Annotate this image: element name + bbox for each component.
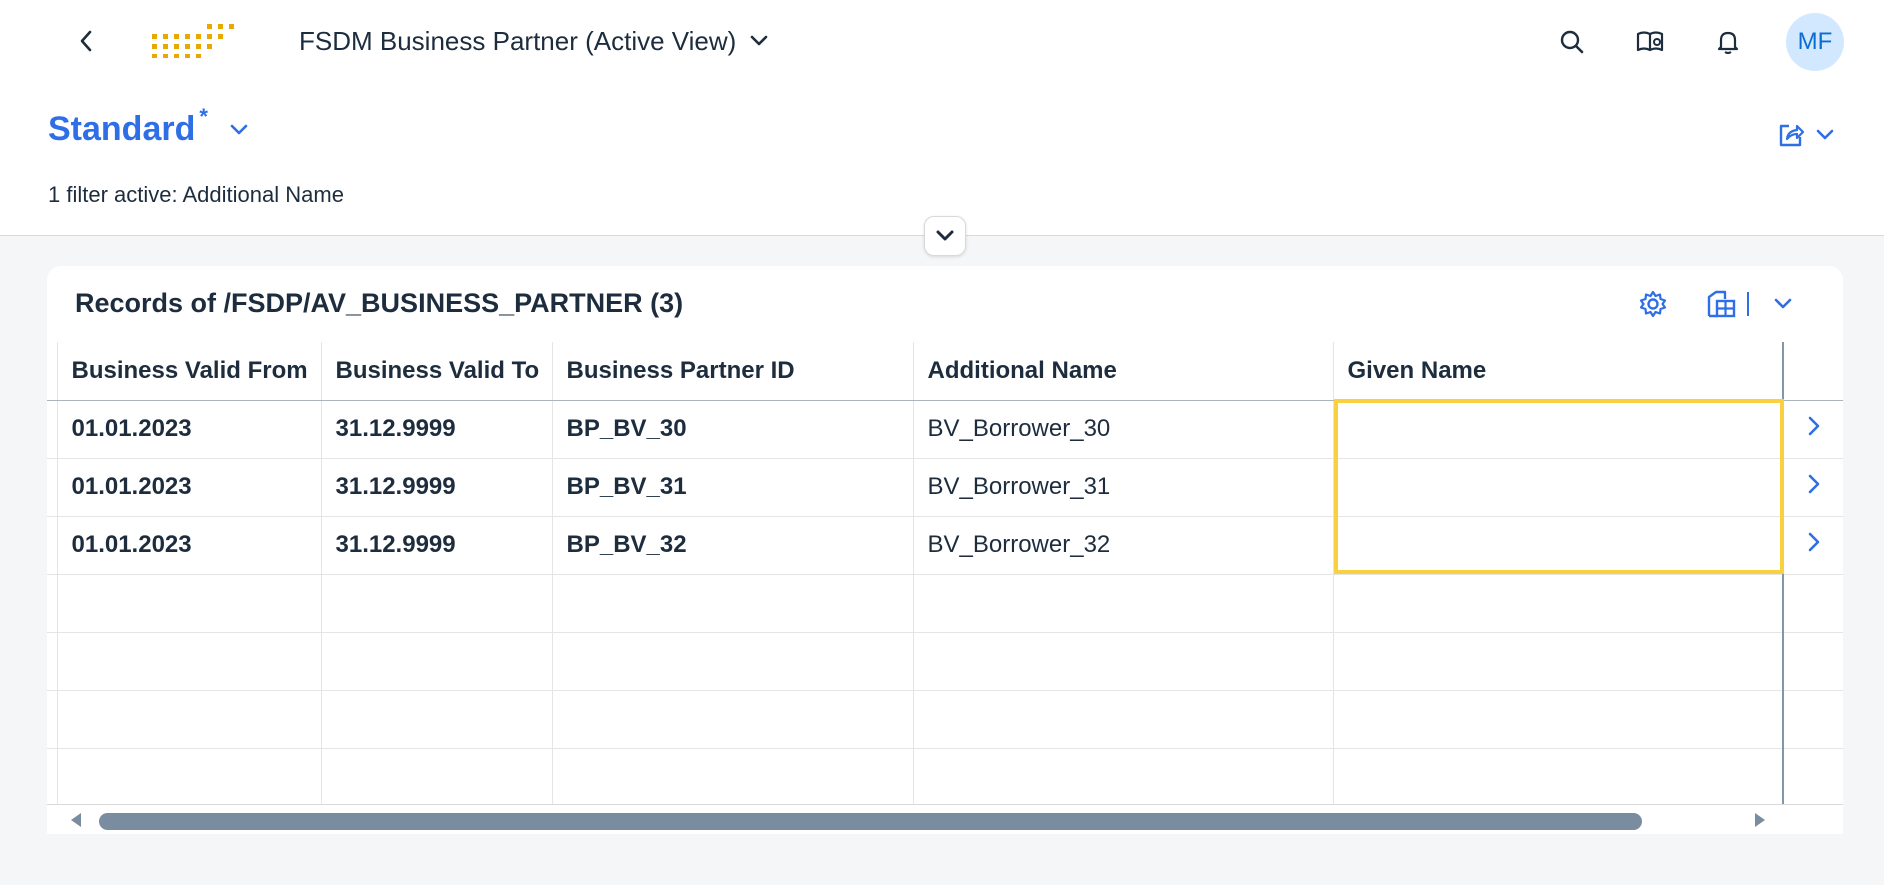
export-spreadsheet-icon bbox=[1707, 290, 1736, 318]
cell-given-name bbox=[1333, 516, 1784, 575]
nav-column-header bbox=[1783, 342, 1843, 401]
row-navigation-button[interactable] bbox=[1783, 458, 1843, 517]
table-row[interactable]: 01.01.2023 31.12.9999 BP_BV_31 BV_Borrow… bbox=[47, 458, 1843, 517]
cell-bp-id: BP_BV_32 bbox=[552, 516, 914, 575]
table-toolbar bbox=[1633, 284, 1803, 324]
variant-name: Standard bbox=[48, 110, 196, 148]
row-navigation-button[interactable] bbox=[1783, 400, 1843, 459]
avatar-initials: MF bbox=[1797, 28, 1833, 55]
table-row[interactable]: 01.01.2023 31.12.9999 BP_BV_30 BV_Borrow… bbox=[47, 400, 1843, 459]
export-button[interactable] bbox=[1701, 284, 1741, 324]
records-grid: Business Valid From Business Valid To Bu… bbox=[47, 342, 1843, 807]
empty-row bbox=[47, 690, 1843, 749]
app-title: FSDM Business Partner (Active View) bbox=[299, 25, 737, 56]
chevron-down-icon bbox=[1816, 129, 1834, 140]
row-selector[interactable] bbox=[47, 458, 58, 517]
variant-modified-marker: * bbox=[199, 104, 208, 129]
gear-icon bbox=[1639, 290, 1667, 318]
cell-valid-to: 31.12.9999 bbox=[321, 516, 553, 575]
chevron-down-icon bbox=[1774, 298, 1792, 309]
help-button[interactable] bbox=[1630, 22, 1670, 62]
variant-selector[interactable]: Standard * bbox=[48, 104, 248, 149]
column-header[interactable]: Additional Name bbox=[913, 342, 1334, 401]
chevron-down-icon bbox=[230, 124, 248, 135]
row-selector[interactable] bbox=[47, 400, 58, 459]
empty-row bbox=[47, 748, 1843, 807]
cell-additional-name: BV_Borrower_30 bbox=[913, 400, 1334, 459]
horizontal-scrollbar[interactable] bbox=[47, 804, 1843, 834]
toolbar-separator bbox=[1747, 292, 1749, 316]
scroll-right-arrow-icon[interactable] bbox=[1753, 811, 1767, 829]
cell-additional-name: BV_Borrower_31 bbox=[913, 458, 1334, 517]
cell-bp-id: BP_BV_31 bbox=[552, 458, 914, 517]
row-selector-header bbox=[47, 342, 58, 401]
share-icon bbox=[1779, 124, 1805, 147]
row-selector[interactable] bbox=[47, 516, 58, 575]
chevron-right-icon bbox=[1808, 416, 1819, 435]
share-button[interactable] bbox=[1776, 120, 1834, 150]
empty-row bbox=[47, 632, 1843, 691]
cell-given-name bbox=[1333, 458, 1784, 517]
company-logo bbox=[152, 24, 234, 58]
page-header: Standard * 1 filter active: Additional N… bbox=[0, 82, 1884, 236]
chevron-right-icon bbox=[1808, 474, 1819, 493]
chevron-left-icon bbox=[80, 30, 92, 52]
scrollbar-thumb[interactable] bbox=[99, 813, 1642, 830]
column-header[interactable]: Business Valid From bbox=[57, 342, 322, 401]
column-header[interactable]: Business Partner ID bbox=[552, 342, 914, 401]
cell-valid-from: 01.01.2023 bbox=[57, 516, 322, 575]
records-table-card: Records of /FSDP/AV_BUSINESS_PARTNER (3)… bbox=[47, 266, 1843, 834]
row-navigation-button[interactable] bbox=[1783, 516, 1843, 575]
collapse-header-button[interactable] bbox=[924, 216, 966, 256]
table-settings-button[interactable] bbox=[1633, 284, 1673, 324]
shell-bar: FSDM Business Partner (Active View) MF bbox=[0, 0, 1884, 82]
column-header[interactable]: Business Valid To bbox=[321, 342, 553, 401]
search-icon bbox=[1560, 30, 1584, 54]
cell-additional-name: BV_Borrower_32 bbox=[913, 516, 1334, 575]
cell-valid-to: 31.12.9999 bbox=[321, 458, 553, 517]
notifications-button[interactable] bbox=[1708, 22, 1748, 62]
scroll-left-arrow-icon[interactable] bbox=[69, 811, 83, 829]
help-book-icon bbox=[1636, 31, 1664, 52]
records-table: Business Valid From Business Valid To Bu… bbox=[47, 342, 1843, 807]
app-title-menu[interactable]: FSDM Business Partner (Active View) bbox=[299, 22, 768, 60]
user-avatar[interactable]: MF bbox=[1786, 13, 1844, 71]
chevron-down-icon bbox=[936, 230, 954, 241]
cell-valid-from: 01.01.2023 bbox=[57, 400, 322, 459]
back-button[interactable] bbox=[70, 22, 102, 60]
export-menu-button[interactable] bbox=[1763, 284, 1803, 324]
filter-info: 1 filter active: Additional Name bbox=[48, 182, 344, 207]
table-header-row: Business Valid From Business Valid To Bu… bbox=[47, 342, 1843, 401]
column-header[interactable]: Given Name bbox=[1333, 342, 1784, 401]
cell-valid-from: 01.01.2023 bbox=[57, 458, 322, 517]
table-row[interactable]: 01.01.2023 31.12.9999 BP_BV_32 BV_Borrow… bbox=[47, 516, 1843, 575]
empty-row bbox=[47, 574, 1843, 633]
table-title: Records of /FSDP/AV_BUSINESS_PARTNER (3) bbox=[75, 288, 684, 318]
chevron-right-icon bbox=[1808, 532, 1819, 551]
bell-icon bbox=[1717, 31, 1739, 55]
cell-valid-to: 31.12.9999 bbox=[321, 400, 553, 459]
search-button[interactable] bbox=[1552, 22, 1592, 62]
cell-bp-id: BP_BV_30 bbox=[552, 400, 914, 459]
shell-actions: MF bbox=[1514, 13, 1844, 71]
chevron-down-icon bbox=[751, 35, 768, 46]
cell-given-name bbox=[1333, 400, 1784, 459]
